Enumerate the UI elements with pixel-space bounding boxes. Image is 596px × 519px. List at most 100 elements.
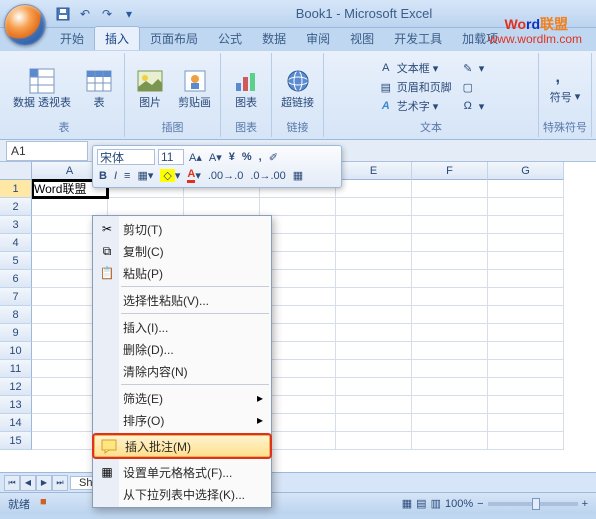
row-header-2[interactable]: 2 xyxy=(0,198,32,216)
copy-icon: ⧉ xyxy=(97,243,117,259)
tab-home[interactable]: 开始 xyxy=(50,27,94,50)
zoom-slider-thumb[interactable] xyxy=(532,498,540,510)
tab-insert[interactable]: 插入 xyxy=(94,26,140,50)
row-header-3[interactable]: 3 xyxy=(0,216,32,234)
menu-separator xyxy=(121,433,269,434)
mini-dec-decimal-icon[interactable]: .0→.00 xyxy=(248,169,287,183)
menu-separator xyxy=(121,458,269,459)
omega-icon: Ω xyxy=(460,98,476,114)
symbol-button[interactable]: 符号 ▾ xyxy=(547,88,584,106)
row-header-5[interactable]: 5 xyxy=(0,252,32,270)
select-all-corner[interactable] xyxy=(0,162,32,180)
header-footer-button[interactable]: ▤页眉和页脚 xyxy=(375,78,455,96)
zoom-controls: ▦ ▤ ▥ 100% − + xyxy=(402,497,588,510)
name-box[interactable]: A1 xyxy=(6,141,88,161)
comma-button[interactable]: , xyxy=(547,69,584,87)
zoom-slider[interactable] xyxy=(488,502,578,506)
row-header-4[interactable]: 4 xyxy=(0,234,32,252)
row-header-15[interactable]: 15 xyxy=(0,432,32,450)
menu-paste[interactable]: 📋粘贴(P) xyxy=(93,262,271,284)
menu-filter[interactable]: 筛选(E)▸ xyxy=(93,387,271,409)
textbox-button[interactable]: A文本框 ▾ xyxy=(375,59,455,77)
mini-comma-icon[interactable]: , xyxy=(257,150,264,164)
menu-delete[interactable]: 删除(D)... xyxy=(93,338,271,360)
symbol-omega-button[interactable]: Ω▾ xyxy=(457,97,488,115)
col-header-e[interactable]: E xyxy=(336,162,412,180)
sheet-nav-first-icon[interactable]: ⏮ xyxy=(4,475,20,491)
row-header-14[interactable]: 14 xyxy=(0,414,32,432)
sigline-button[interactable]: ✎▾ xyxy=(457,59,488,77)
mini-bold-button[interactable]: B xyxy=(97,169,109,183)
row-header-6[interactable]: 6 xyxy=(0,270,32,288)
row-header-8[interactable]: 8 xyxy=(0,306,32,324)
col-header-g[interactable]: G xyxy=(488,162,564,180)
mini-accounting-icon[interactable]: ¥ xyxy=(227,150,237,164)
tab-formulas[interactable]: 公式 xyxy=(208,27,252,50)
qat-dropdown-icon[interactable]: ▾ xyxy=(120,5,138,23)
mini-inc-decimal-icon[interactable]: .00→.0 xyxy=(206,169,245,183)
menu-format-cells[interactable]: ▦设置单元格格式(F)... xyxy=(93,461,271,483)
view-pagelayout-icon[interactable]: ▤ xyxy=(416,497,426,510)
mini-fill-color-icon[interactable]: ◇▾ xyxy=(158,168,182,183)
view-normal-icon[interactable]: ▦ xyxy=(402,497,412,510)
pivot-table-button[interactable]: 数据 透视表 xyxy=(8,55,76,119)
save-icon[interactable] xyxy=(54,5,72,23)
menu-insert[interactable]: 插入(I)... xyxy=(93,316,271,338)
wordart-button[interactable]: A艺术字 ▾ xyxy=(375,97,455,115)
menu-paste-special[interactable]: 选择性粘贴(V)... xyxy=(93,289,271,311)
mini-size-select[interactable] xyxy=(158,149,184,165)
status-ready: 就绪 xyxy=(8,496,30,512)
mini-align-center-icon[interactable]: ≡ xyxy=(122,169,132,183)
mini-merge-icon[interactable]: ▦ xyxy=(291,168,305,183)
row-header-13[interactable]: 13 xyxy=(0,396,32,414)
menu-insert-comment[interactable]: 插入批注(M) xyxy=(94,435,270,457)
row-header-12[interactable]: 12 xyxy=(0,378,32,396)
row-header-11[interactable]: 11 xyxy=(0,360,32,378)
sheet-nav-last-icon[interactable]: ⏭ xyxy=(52,475,68,491)
col-header-f[interactable]: F xyxy=(412,162,488,180)
table-button[interactable]: 表 xyxy=(78,55,120,119)
menu-sort[interactable]: 排序(O)▸ xyxy=(93,409,271,431)
zoom-in-button[interactable]: + xyxy=(582,498,588,510)
office-button[interactable] xyxy=(4,4,46,46)
menu-copy[interactable]: ⧉复制(C) xyxy=(93,240,271,262)
undo-icon[interactable]: ↶ xyxy=(76,5,94,23)
mini-format-painter-icon[interactable]: ✐ xyxy=(267,150,280,165)
tab-developer[interactable]: 开发工具 xyxy=(384,27,452,50)
view-pagebreak-icon[interactable]: ▥ xyxy=(431,497,441,510)
row-header-9[interactable]: 9 xyxy=(0,324,32,342)
chart-button[interactable]: 图表 xyxy=(225,55,267,119)
mini-font-select[interactable] xyxy=(97,149,155,165)
context-menu: ✂剪切(T) ⧉复制(C) 📋粘贴(P) 选择性粘贴(V)... 插入(I)..… xyxy=(92,215,272,508)
picture-button[interactable]: 图片 xyxy=(129,55,171,119)
redo-icon[interactable]: ↷ xyxy=(98,5,116,23)
status-ime[interactable]: ■ xyxy=(40,496,47,512)
tab-view[interactable]: 视图 xyxy=(340,27,384,50)
zoom-level[interactable]: 100% xyxy=(445,498,473,510)
object-button[interactable]: ▢ xyxy=(457,78,488,96)
clipart-button[interactable]: 剪贴画 xyxy=(173,55,216,119)
mini-font-color-icon[interactable]: A▾ xyxy=(185,167,202,184)
zoom-out-button[interactable]: − xyxy=(477,498,483,510)
clipart-icon xyxy=(179,65,211,97)
mini-italic-button[interactable]: I xyxy=(112,169,119,183)
mini-shrink-font-icon[interactable]: A▾ xyxy=(207,150,224,165)
sheet-nav-next-icon[interactable]: ▶ xyxy=(36,475,52,491)
menu-clear[interactable]: 清除内容(N) xyxy=(93,360,271,382)
tab-review[interactable]: 审阅 xyxy=(296,27,340,50)
hyperlink-button[interactable]: 超链接 xyxy=(276,55,319,119)
menu-separator xyxy=(121,313,269,314)
mini-percent-icon[interactable]: % xyxy=(240,150,254,164)
menu-cut[interactable]: ✂剪切(T) xyxy=(93,218,271,240)
mini-grow-font-icon[interactable]: A▴ xyxy=(187,150,204,165)
mini-borders-icon[interactable]: ▦▾ xyxy=(135,168,155,183)
row-header-10[interactable]: 10 xyxy=(0,342,32,360)
sheet-nav-prev-icon[interactable]: ◀ xyxy=(20,475,36,491)
menu-pick-from-list[interactable]: 从下拉列表中选择(K)... xyxy=(93,483,271,505)
row-header-1[interactable]: 1 xyxy=(0,180,32,198)
tab-pagelayout[interactable]: 页面布局 xyxy=(140,27,208,50)
row-header-7[interactable]: 7 xyxy=(0,288,32,306)
tab-data[interactable]: 数据 xyxy=(252,27,296,50)
paste-icon: 📋 xyxy=(97,265,117,281)
menu-separator xyxy=(121,384,269,385)
